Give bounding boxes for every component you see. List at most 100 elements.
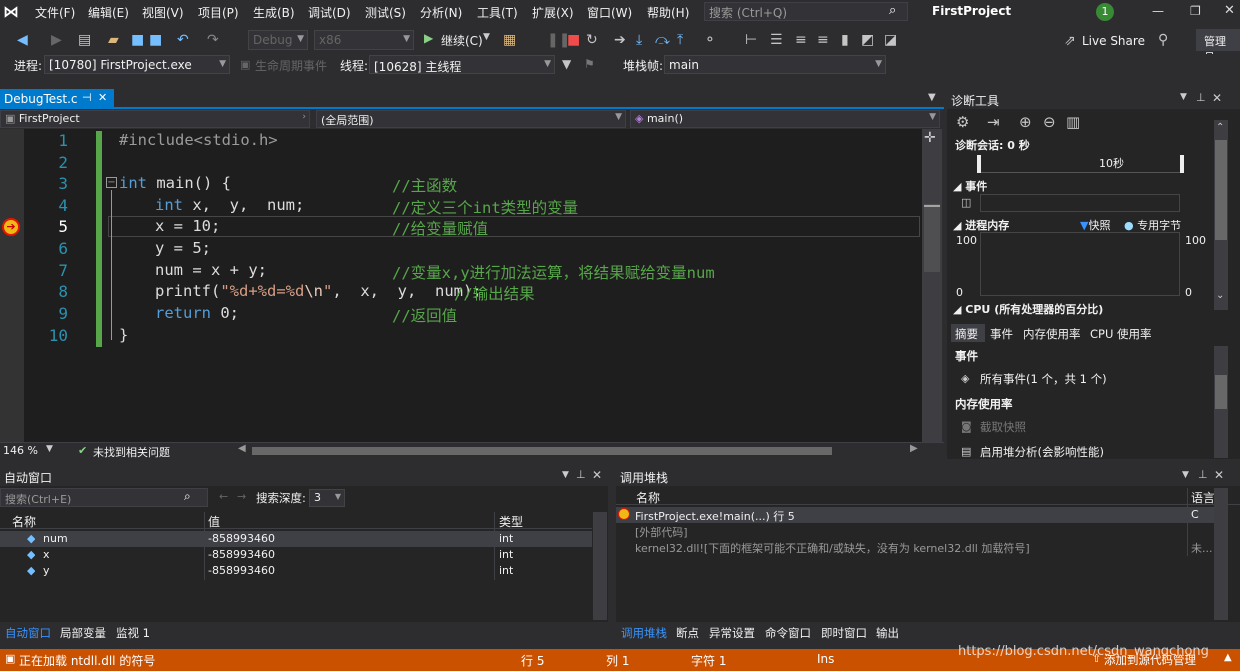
- export-icon[interactable]: ⇥: [987, 115, 1000, 130]
- menu-build[interactable]: 生成(B): [253, 4, 295, 21]
- filter-icon[interactable]: ▼: [562, 57, 571, 71]
- search-back-icon[interactable]: ←: [219, 490, 228, 503]
- thread-icon[interactable]: ⊢: [745, 33, 757, 47]
- hex-display-icon[interactable]: ⚬: [704, 33, 716, 47]
- timeline-start-handle[interactable]: [977, 155, 981, 173]
- stackframe-select[interactable]: main ▼: [664, 55, 886, 74]
- autos-row-value[interactable]: -858993460: [208, 564, 275, 577]
- split-icon[interactable]: ✛: [924, 130, 936, 146]
- take-snapshot-button[interactable]: 截取快照: [980, 419, 1026, 435]
- feedback-icon[interactable]: ⚲: [1158, 33, 1168, 47]
- live-share-button[interactable]: Live Share: [1082, 34, 1145, 48]
- process-icon[interactable]: ▦: [503, 33, 516, 47]
- timeline-end-handle[interactable]: [1180, 155, 1184, 173]
- zoom-in-icon[interactable]: ⊕: [1019, 115, 1032, 130]
- tab-watch-1[interactable]: 监视 1: [116, 625, 150, 641]
- undo-icon[interactable]: ↶: [177, 33, 189, 47]
- callstack-frame-name[interactable]: kernel32.dll![下面的框架可能不正确和/或缺失，没有为 kernel…: [635, 540, 1185, 556]
- indent-icon[interactable]: ☰: [770, 33, 783, 47]
- continue-icon[interactable]: ▶: [424, 31, 433, 45]
- restart-icon[interactable]: ↻: [586, 33, 598, 47]
- comment-icon[interactable]: ≡: [795, 33, 807, 47]
- indicator-margin[interactable]: [0, 129, 24, 442]
- menu-help[interactable]: 帮助(H): [647, 4, 689, 21]
- menu-project[interactable]: 项目(P): [198, 4, 239, 21]
- pin-icon[interactable]: ⊥: [1198, 468, 1208, 481]
- timeline-ruler[interactable]: [977, 155, 1182, 173]
- tab-events[interactable]: 事件: [990, 326, 1013, 342]
- menu-tools[interactable]: 工具(T): [477, 4, 518, 21]
- scope-nav-select[interactable]: (全局范围) ▼: [316, 110, 626, 128]
- save-icon[interactable]: ■: [131, 33, 144, 47]
- live-share-icon[interactable]: ⇗: [1064, 34, 1076, 48]
- prev-bookmark-icon[interactable]: ◩: [861, 33, 874, 47]
- step-out-icon[interactable]: ⤒: [677, 33, 683, 47]
- new-project-icon[interactable]: ▤: [78, 33, 91, 47]
- reset-view-icon[interactable]: ▥: [1066, 115, 1080, 130]
- open-file-icon[interactable]: ▰: [108, 33, 119, 47]
- pin-icon[interactable]: ⊣: [82, 91, 92, 104]
- summary-scrollbar-thumb[interactable]: [1215, 375, 1227, 409]
- platform-select[interactable]: x86 ▼: [314, 30, 414, 50]
- menu-test[interactable]: 测试(S): [365, 4, 406, 21]
- heap-profiling-button[interactable]: 启用堆分析(会影响性能): [980, 444, 1104, 460]
- menu-analyze[interactable]: 分析(N): [420, 4, 462, 21]
- configuration-select[interactable]: Debug ▼: [248, 30, 308, 50]
- process-select[interactable]: [10780] FirstProject.exe ▼: [44, 55, 230, 74]
- menu-file[interactable]: 文件(F): [35, 4, 75, 21]
- process-memory-header[interactable]: ◢ 进程内存: [953, 217, 1009, 233]
- notification-badge[interactable]: 1: [1096, 3, 1114, 21]
- autos-search-input[interactable]: 搜索(Ctrl+E): [0, 488, 208, 507]
- cpu-section-header[interactable]: ◢ CPU (所有处理器的百分比): [953, 301, 1103, 317]
- column-language[interactable]: 语言: [1191, 489, 1215, 506]
- events-section-header[interactable]: ◢ 事件: [953, 178, 987, 194]
- autos-scrollbar[interactable]: [593, 512, 607, 620]
- quick-launch-search[interactable]: 搜索 (Ctrl+Q): [704, 2, 908, 21]
- flag-thread-icon[interactable]: ⚑: [584, 57, 595, 71]
- autos-row-value[interactable]: -858993460: [208, 532, 275, 545]
- save-all-icon[interactable]: ■: [149, 33, 162, 47]
- zoom-level[interactable]: 146 %: [3, 444, 38, 457]
- close-icon[interactable]: ✕: [1212, 91, 1222, 105]
- restore-button[interactable]: ❐: [1190, 4, 1201, 18]
- thread-select[interactable]: [10628] 主线程 ▼: [369, 55, 555, 74]
- back-icon[interactable]: ◀: [17, 33, 28, 47]
- function-nav-select[interactable]: ◈ main() ▼: [630, 110, 940, 128]
- close-icon[interactable]: ✕: [1214, 468, 1224, 482]
- menu-window[interactable]: 窗口(W): [587, 4, 632, 21]
- close-button[interactable]: ✕: [1224, 3, 1235, 18]
- tab-breakpoints[interactable]: 断点: [676, 625, 699, 641]
- tab-memory-usage[interactable]: 内存使用率: [1023, 326, 1081, 342]
- chevron-down-icon[interactable]: ▼: [483, 32, 490, 42]
- redo-icon[interactable]: ↷: [207, 33, 219, 47]
- tab-command-window[interactable]: 命令窗口: [765, 625, 811, 641]
- tab-immediate-window[interactable]: 即时窗口: [821, 625, 867, 641]
- chevron-up-icon[interactable]: ▲: [1224, 652, 1232, 663]
- callstack-scrollbar[interactable]: [1214, 488, 1228, 620]
- tab-autos[interactable]: 自动窗口: [5, 625, 51, 641]
- scroll-right-icon[interactable]: ▶: [910, 443, 918, 454]
- uncomment-icon[interactable]: ≡: [817, 33, 829, 47]
- forward-icon[interactable]: ▶: [51, 33, 62, 47]
- tab-summary[interactable]: 摘要: [955, 326, 978, 342]
- search-forward-icon[interactable]: →: [237, 490, 246, 503]
- pin-icon[interactable]: ⊥: [576, 468, 586, 481]
- editor-vertical-scrollbar[interactable]: [922, 129, 942, 442]
- bookmark-icon[interactable]: ▮: [841, 33, 849, 47]
- lifecycle-events-button[interactable]: 生命周期事件: [255, 57, 327, 74]
- all-events-link[interactable]: 所有事件(1 个，共 1 个): [980, 371, 1107, 387]
- pin-icon[interactable]: ⊥: [1196, 91, 1206, 104]
- scroll-down-icon[interactable]: ⌄: [1216, 290, 1224, 301]
- autos-row-value[interactable]: -858993460: [208, 548, 275, 561]
- tab-overflow-icon[interactable]: ▼: [928, 92, 936, 103]
- column-name[interactable]: 名称: [636, 489, 660, 506]
- chevron-down-icon[interactable]: ▼: [562, 470, 569, 480]
- pause-icon[interactable]: ◫: [961, 196, 971, 209]
- close-tab-icon[interactable]: ✕: [98, 91, 107, 104]
- search-depth-select[interactable]: 3 ▼: [309, 489, 345, 507]
- continue-button[interactable]: 继续(C): [441, 32, 483, 49]
- search-icon[interactable]: ⌕: [184, 489, 191, 504]
- column-name[interactable]: 名称: [12, 513, 36, 530]
- step-over-icon[interactable]: ⤼: [655, 33, 670, 47]
- callstack-frame-name[interactable]: [外部代码]: [635, 524, 688, 540]
